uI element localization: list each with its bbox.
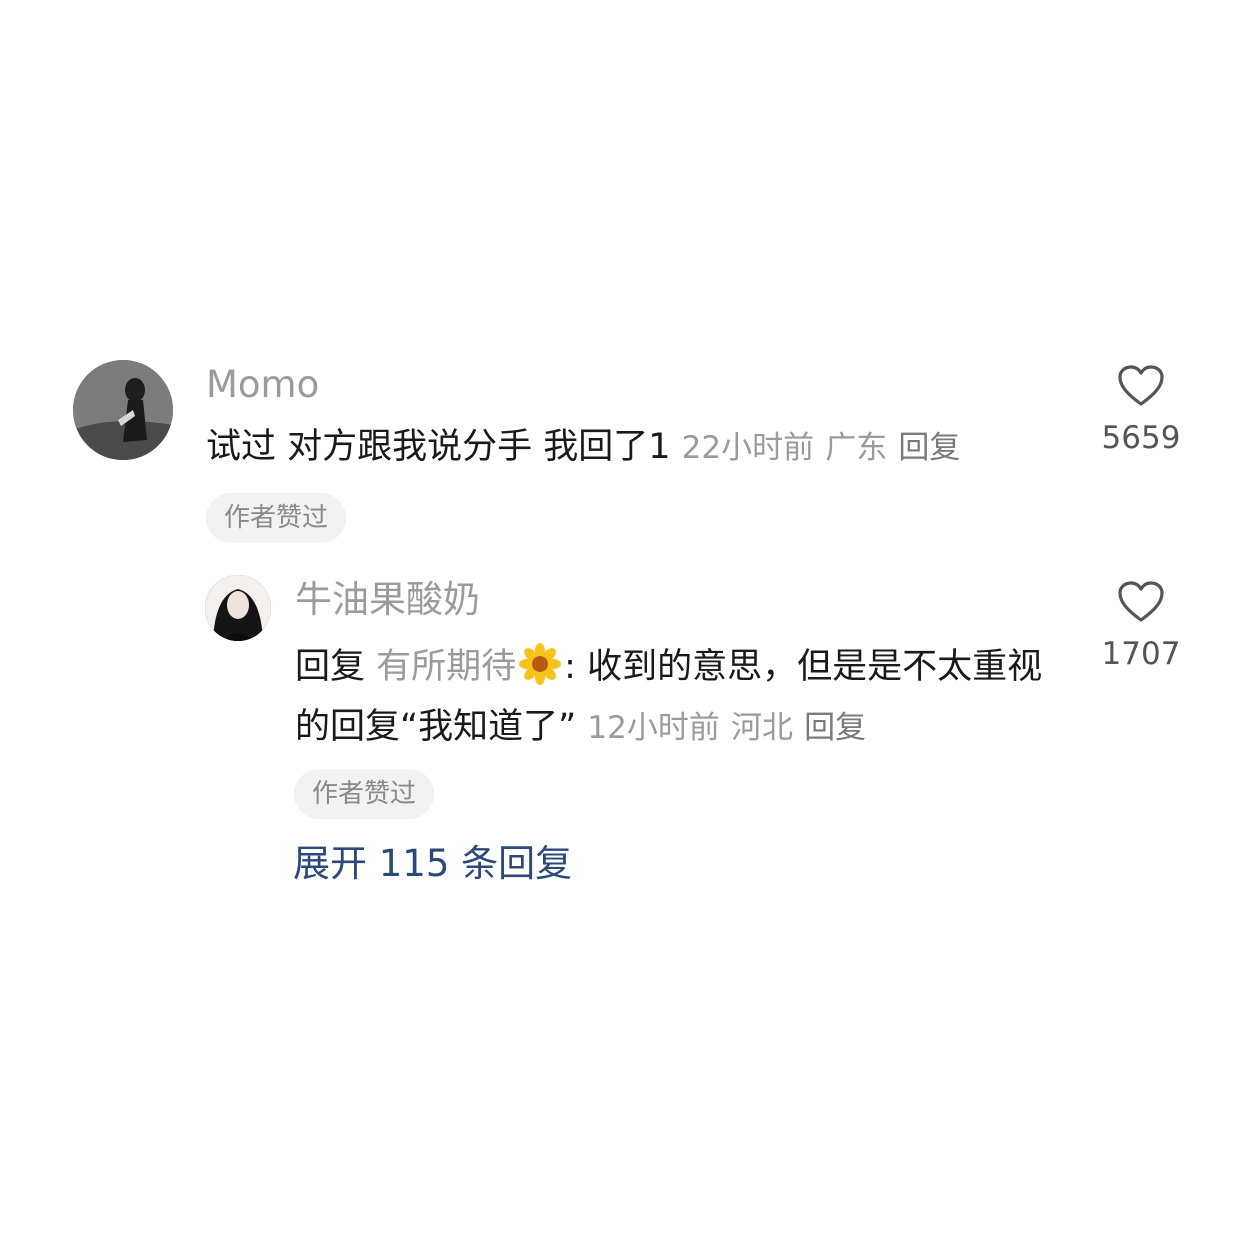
like-count: 5659 — [1101, 420, 1181, 456]
like-button[interactable]: 5659 — [1086, 364, 1196, 458]
avatar[interactable] — [73, 360, 173, 460]
reply-body: 回复 有所期待 : 收到的意思，但是是不太重视的回复“我知道了” 12小时前 河… — [295, 637, 1065, 758]
like-button[interactable]: 1707 — [1086, 580, 1196, 674]
reply-target-username[interactable]: 有所期待 — [376, 647, 516, 687]
comment-time: 22小时前 — [681, 430, 815, 466]
reply-button[interactable]: 回复 — [898, 430, 960, 466]
username[interactable]: 牛油果酸奶 — [295, 577, 480, 623]
reply-button[interactable]: 回复 — [804, 710, 866, 746]
expand-replies-button[interactable]: 展开 115 条回复 — [293, 840, 572, 888]
heart-icon — [1118, 365, 1164, 406]
heart-icon — [1118, 581, 1164, 622]
comment-location: 河北 — [731, 710, 793, 746]
like-count: 1707 — [1101, 636, 1181, 672]
comment-text: 试过 对方跟我说分手 我回了1 — [206, 427, 671, 467]
avatar[interactable] — [205, 575, 271, 641]
reply-prefix: 回复 — [295, 647, 366, 687]
username[interactable]: Momo — [206, 362, 319, 408]
author-liked-badge: 作者赞过 — [206, 493, 347, 543]
sunflower-icon — [519, 643, 562, 685]
avatar-image — [205, 575, 271, 641]
comment-location: 广东 — [825, 430, 888, 466]
avatar-image — [73, 360, 173, 460]
comment-time: 12小时前 — [587, 710, 720, 746]
comment-body: 试过 对方跟我说分手 我回了1 22小时前 广东 回复 — [206, 424, 1056, 471]
author-liked-badge: 作者赞过 — [294, 769, 435, 819]
